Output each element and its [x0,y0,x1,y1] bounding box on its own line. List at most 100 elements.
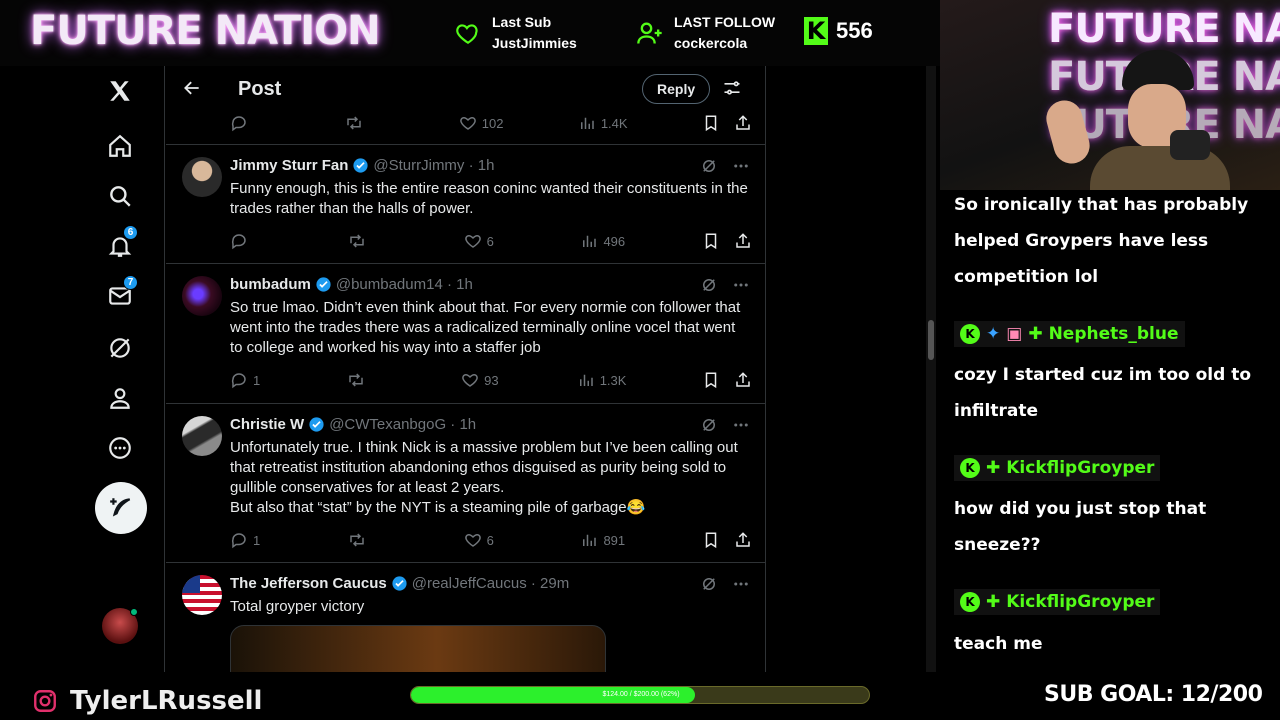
repost-action[interactable] [347,232,387,250]
tweet-item[interactable]: bumbadum @bumbadum14 · 1h So true lmao. … [166,264,765,404]
author-name[interactable]: The Jefferson Caucus [230,575,387,592]
verified-badge-icon [392,576,407,591]
share-icon[interactable] [734,531,752,549]
reply-action[interactable]: 1 [230,371,270,389]
more-dots-icon[interactable] [732,575,750,593]
views-action[interactable]: 891 [580,531,625,549]
author-handle[interactable]: @realJeffCaucus · 29m [412,575,570,592]
tweet-media-image[interactable] [230,625,606,672]
x-logo-icon[interactable] [95,66,145,116]
avatar[interactable] [182,575,222,615]
account-avatar[interactable] [102,608,138,644]
last-sub-name: JustJimmies [492,35,577,51]
tweet-text: Unfortunately true. I think Nick is a ma… [230,438,750,518]
scrollbar[interactable] [926,66,936,672]
add-user-icon [637,22,662,44]
chat-username[interactable]: K ✚ KickflipGroyper [954,589,1161,615]
views-action[interactable]: 1.4K [578,114,628,132]
tweet-text: Total groyper victory [230,598,365,615]
microphone [1170,130,1210,160]
last-sub-label: Last Sub [492,14,552,30]
like-action[interactable]: 6 [464,531,504,549]
messages-envelope-icon[interactable]: 7 [95,271,145,321]
home-icon[interactable] [95,121,145,171]
chat-message-text: cozy I started cuz im too old to infiltr… [954,365,1251,421]
tweet-text-paragraph: Unfortunately true. I think Nick is a ma… [230,439,738,496]
share-icon[interactable] [734,232,752,250]
author-handle[interactable]: @bumbadum14 · 1h [336,276,473,293]
sub-badge-icon: ✚ [986,458,1001,478]
avatar[interactable] [182,276,222,316]
back-arrow-icon [184,81,199,95]
views-action[interactable]: 1.3K [577,371,626,389]
tweet-text: Funny enough, this is the entire reason … [230,180,748,217]
author-handle[interactable]: @SturrJimmy · 1h [373,157,494,174]
back-arrow-button[interactable] [180,76,204,100]
author-handle[interactable]: @CWTexanbgoG · 1h [329,416,476,433]
like-action[interactable]: 6 [464,232,504,250]
chat-username-text[interactable]: KickflipGroyper [1006,592,1154,612]
chat-username-text[interactable]: Nephets_blue [1049,324,1179,344]
tweet-item[interactable]: The Jefferson Caucus @realJeffCaucus · 2… [166,563,765,672]
reply-action[interactable] [230,232,270,250]
notifications-bell-icon[interactable]: 6 [95,221,145,271]
reply-action[interactable] [230,114,270,132]
views-chart-icon [580,117,594,129]
grok-icon[interactable] [700,157,718,175]
search-icon[interactable] [95,171,145,221]
sword-badge-icon: ✦ [986,324,1001,344]
post-thread-column: 102 1.4K Post Reply Jimmy Sturr Fan @Stu… [166,66,766,672]
profile-icon[interactable] [95,373,145,423]
bookmark-icon[interactable] [702,531,720,549]
author-name[interactable]: Christie W [230,416,304,433]
views-action[interactable]: 496 [580,232,625,250]
page-title: Post [238,78,282,100]
tweet-text-paragraph: But also that “stat” by the NYT is a ste… [230,499,646,516]
like-action[interactable]: 93 [461,371,501,389]
chat-username[interactable]: K ✦ ▣ ✚ Nephets_blue [954,321,1185,347]
avatar[interactable] [182,157,222,197]
author-name[interactable]: bumbadum [230,276,311,293]
reply-button[interactable]: Reply [642,74,711,104]
tweet-item[interactable]: Christie W @CWTexanbgoG · 1h Unfortunate… [166,404,765,563]
tweet-item[interactable]: Jimmy Sturr Fan @SturrJimmy · 1h Funny e… [166,145,765,264]
verified-badge-icon [309,417,324,432]
stream-top-bar: FUTURE NATION Last Sub JustJimmies LAST … [0,0,940,66]
views-chart-icon [583,534,597,546]
like-action[interactable]: 102 [459,114,503,132]
grok-icon[interactable] [700,575,718,593]
compose-post-button[interactable] [95,482,147,534]
chat-username-text[interactable]: KickflipGroyper [1006,458,1154,478]
reply-action[interactable]: 1 [230,531,270,549]
heart-icon [456,24,478,45]
more-dots-icon[interactable] [732,276,750,294]
post-header: Post Reply [166,66,765,111]
grok-icon[interactable] [700,416,718,434]
grok-icon[interactable] [700,276,718,294]
share-icon[interactable] [734,114,752,132]
bookmark-icon[interactable] [702,371,720,389]
bookmark-icon[interactable] [702,114,720,132]
donation-goal-bar: $124.00 / $200.00 (62%) [410,686,870,704]
repost-action[interactable] [347,531,387,549]
sliders-adjust-icon[interactable] [722,78,742,103]
share-icon[interactable] [734,371,752,389]
social-handle: TylerLRussell [32,686,262,716]
repost-action[interactable] [346,371,386,389]
avatar[interactable] [182,416,222,456]
grok-icon[interactable] [95,323,145,373]
scrollbar-thumb[interactable] [928,320,934,360]
more-dots-icon[interactable] [732,416,750,434]
bookmark-icon[interactable] [702,232,720,250]
kick-count-value: 556 [836,18,873,43]
kick-badge-icon: K [960,324,980,344]
chat-username[interactable]: K ✚ KickflipGroyper [954,455,1161,481]
more-dots-icon[interactable] [732,157,750,175]
stream-bottom-bar: TylerLRussell $124.00 / $200.00 (62%) SU… [0,672,1280,720]
author-name[interactable]: Jimmy Sturr Fan [230,157,348,174]
more-circle-icon[interactable] [95,423,145,473]
online-indicator [130,608,138,616]
repost-action[interactable] [344,114,384,132]
kick-follower-count: K 556 [804,17,873,45]
last-sub-widget: Last Sub JustJimmies [454,12,577,54]
